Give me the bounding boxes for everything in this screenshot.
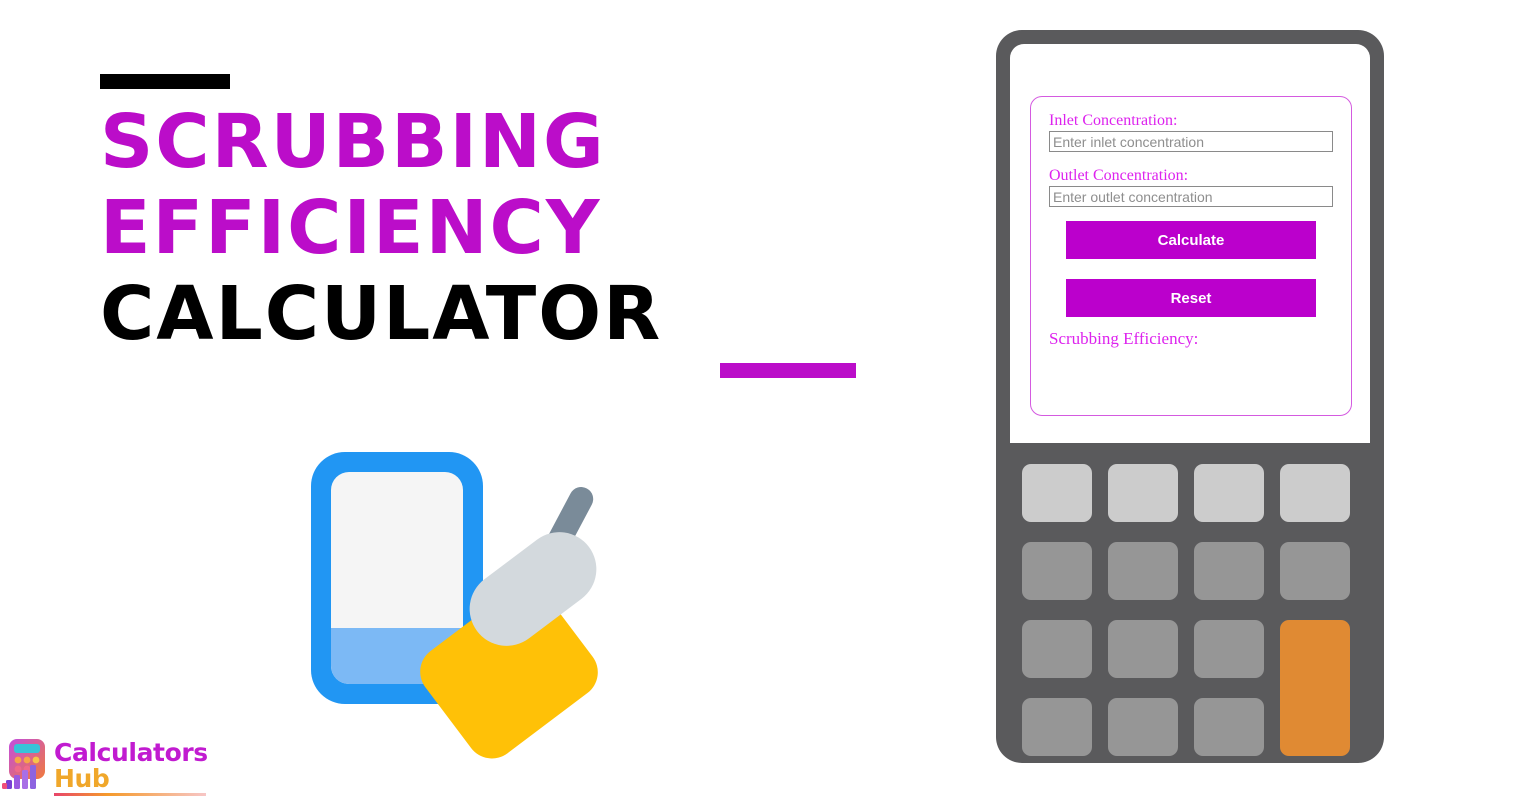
keypad-key-r3c3[interactable] [1194, 620, 1264, 678]
keypad-key-r2c4[interactable] [1280, 542, 1350, 600]
keypad-key-r2c3[interactable] [1194, 542, 1264, 600]
keypad-key-equals-tall[interactable] [1280, 620, 1350, 756]
keypad-key-r2c1[interactable] [1022, 542, 1092, 600]
keypad-key-r1c1[interactable] [1022, 464, 1092, 522]
inlet-concentration-input[interactable] [1049, 131, 1333, 152]
phone-with-scrub-brush-illustration [305, 440, 645, 780]
calculator-screen: Inlet Concentration: Outlet Concentratio… [1010, 44, 1370, 443]
title-line-2: EFFICIENCY [100, 185, 602, 271]
title-top-rule [100, 74, 230, 89]
calculator-device: Inlet Concentration: Outlet Concentratio… [996, 30, 1384, 763]
brand-word-hub: Hub [54, 764, 110, 793]
brand-logo[interactable]: Calculators Hub [2, 736, 208, 798]
keypad-key-r4c1[interactable] [1022, 698, 1092, 756]
keypad-key-r1c4[interactable] [1280, 464, 1350, 522]
keypad-key-r3c1[interactable] [1022, 620, 1092, 678]
keypad-key-r3c2[interactable] [1108, 620, 1178, 678]
page-title: SCRUBBING EFFICIENCY CALCULATOR [100, 74, 890, 378]
reset-button[interactable]: Reset [1066, 279, 1316, 317]
keypad-key-r4c3[interactable] [1194, 698, 1264, 756]
keypad-key-r1c2[interactable] [1108, 464, 1178, 522]
title-line-1: SCRUBBING [100, 99, 606, 185]
calculator-keypad [1022, 464, 1352, 756]
outlet-concentration-input[interactable] [1049, 186, 1333, 207]
brand-word-calculators: Calculators [54, 738, 208, 767]
scrubbing-efficiency-form: Inlet Concentration: Outlet Concentratio… [1030, 96, 1352, 416]
keypad-key-r1c3[interactable] [1194, 464, 1264, 522]
keypad-key-r2c2[interactable] [1108, 542, 1178, 600]
brand-underline [54, 793, 206, 796]
keypad-key-r4c2[interactable] [1108, 698, 1178, 756]
title-bottom-rule [720, 363, 856, 378]
title-line-3: CALCULATOR [100, 271, 663, 357]
calculate-button[interactable]: Calculate [1066, 221, 1316, 259]
inlet-concentration-label: Inlet Concentration: [1049, 112, 1178, 129]
left-hero-panel: SCRUBBING EFFICIENCY CALCULATOR Calculat… [0, 0, 950, 800]
calculator-bar-chart-icon [2, 739, 45, 789]
scrubbing-efficiency-result-label: Scrubbing Efficiency: [1049, 329, 1199, 348]
outlet-concentration-label: Outlet Concentration: [1049, 167, 1189, 184]
